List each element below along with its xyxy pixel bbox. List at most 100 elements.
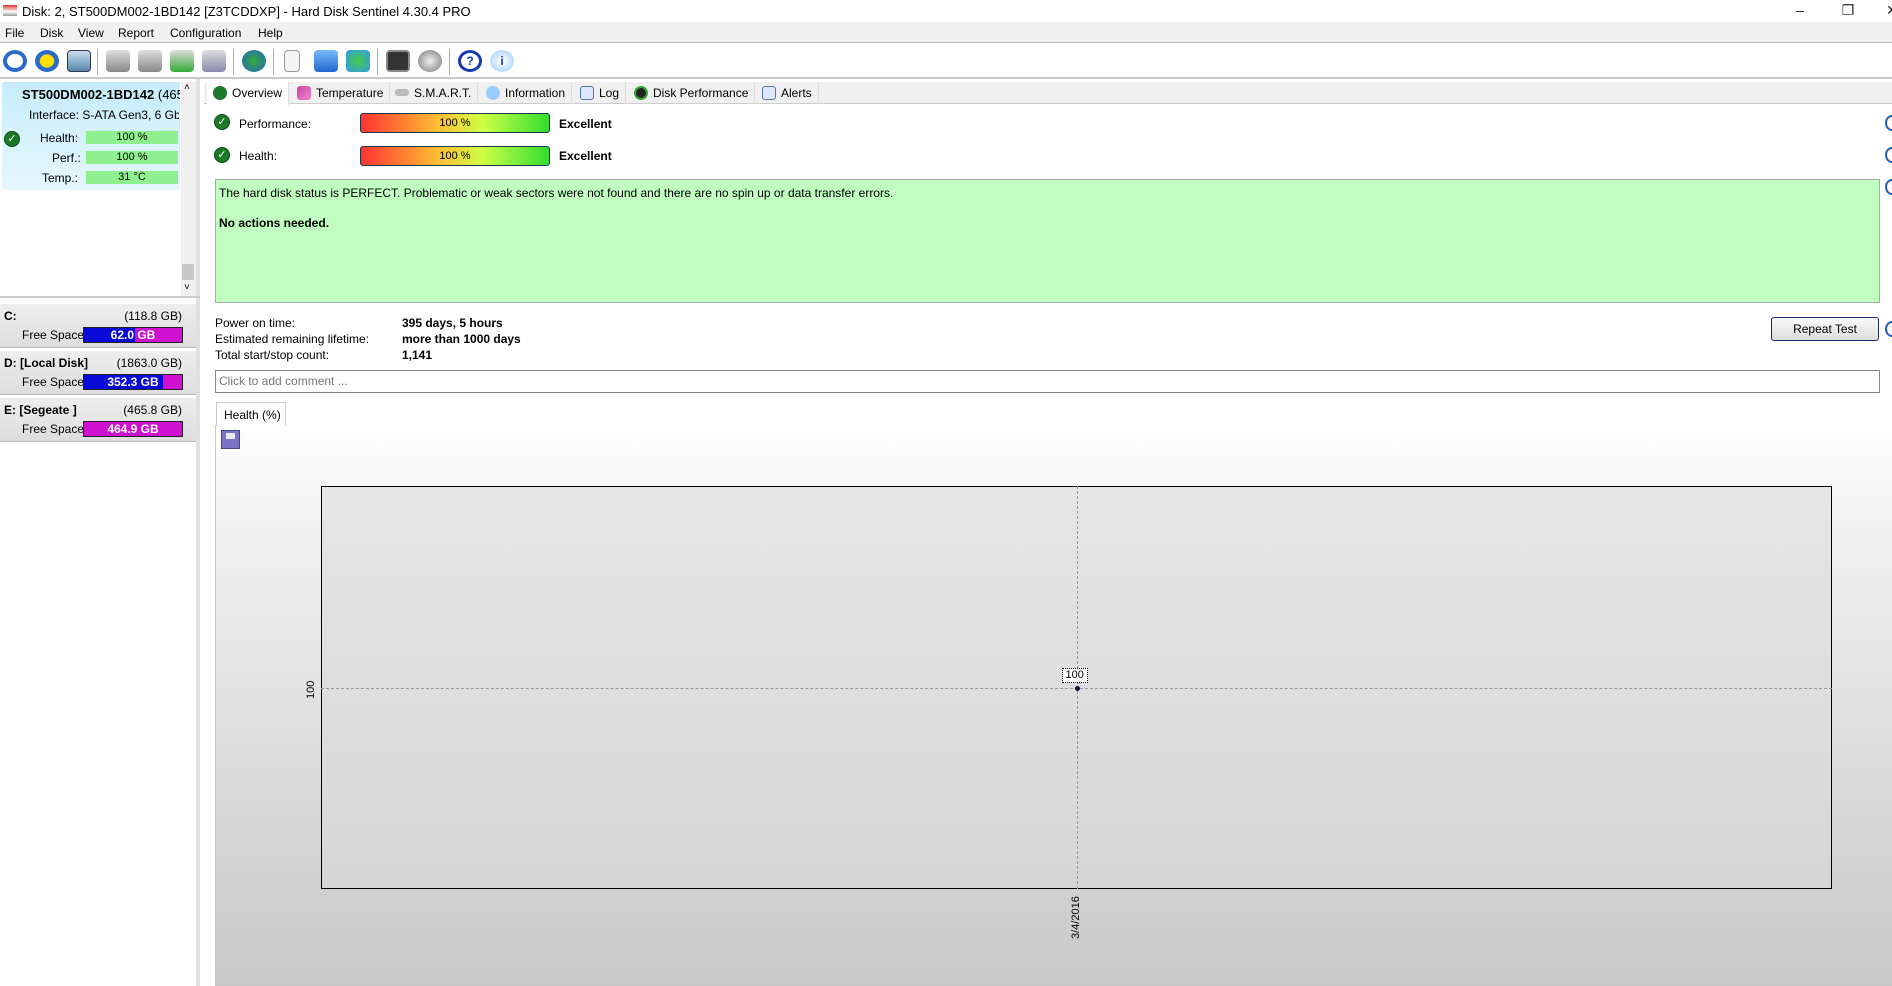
power-on-row: Power on time: 395 days, 5 hours (215, 316, 503, 330)
perf-bar: 100 % (86, 151, 178, 164)
help-icon[interactable] (1885, 179, 1892, 195)
thermometer-icon (297, 86, 311, 100)
tab-temperature[interactable]: Temperature (291, 82, 391, 104)
perf-label: Perf.: (52, 151, 81, 165)
performance-rating: Excellent (559, 117, 612, 131)
refresh-icon[interactable] (3, 50, 27, 72)
alert-icon[interactable] (35, 50, 59, 72)
tab-bar: Overview Temperature S.M.A.R.T. Informat… (204, 82, 1892, 105)
repeat-test-button[interactable]: Repeat Test (1771, 317, 1879, 341)
app-icon (3, 5, 17, 16)
menu-view[interactable]: View (78, 26, 104, 40)
free-space-bar: 464.9 GB (83, 421, 183, 437)
report-icon[interactable] (284, 50, 300, 72)
free-space-label: Free Space (22, 422, 85, 436)
health-rating: Excellent (559, 149, 612, 163)
free-space-label: Free Space (22, 328, 85, 342)
network-icon[interactable] (346, 50, 370, 72)
drive-name: C: (4, 309, 17, 323)
free-space-bar: 352.3 GB (83, 374, 183, 390)
restore-button[interactable]: ❐ (1828, 2, 1868, 19)
health-bar: 100 % (360, 146, 550, 166)
interface-value: S-ATA Gen3, 6 Gbps (82, 108, 179, 122)
menu-disk[interactable]: Disk (40, 26, 63, 40)
title-bar: Disk: 2, ST500DM002-1BD142 [Z3TCDDXP] - … (0, 0, 1892, 22)
help-icon[interactable]: ? (458, 50, 482, 72)
x-tick-label: 3/4/2016 (1069, 896, 1082, 939)
data-point (1074, 685, 1080, 691)
drive-d[interactable]: D: [Local Disk] (1863.0 GB) Free Space 3… (0, 351, 196, 395)
disk-list-scrollbar[interactable]: ˄ ˅ (181, 82, 196, 296)
scroll-up-icon[interactable]: ˄ (184, 82, 190, 93)
drive-size: (118.8 GB) (124, 309, 182, 323)
drive-size: (1863.0 GB) (116, 356, 182, 370)
disk-icon[interactable] (67, 50, 91, 72)
action-text: No actions needed. (219, 216, 330, 230)
temp-bar: 31 °C (86, 171, 178, 184)
menu-file[interactable]: File (5, 26, 24, 40)
data-label: 100 (1061, 667, 1088, 683)
tab-disk-performance[interactable]: Disk Performance (628, 82, 756, 104)
status-box: The hard disk status is PERFECT. Problem… (215, 179, 1880, 303)
tab-smart[interactable]: S.M.A.R.T. (389, 82, 479, 104)
drive-c[interactable]: C: (118.8 GB) Free Space 62.0 GB (0, 304, 196, 348)
performance-label: Performance: (239, 117, 312, 131)
drive-name: D: [Local Disk] (4, 356, 89, 370)
disk-search-icon[interactable] (202, 50, 226, 72)
tab-log[interactable]: Log (574, 82, 627, 104)
drive-size: (465.8 GB) (123, 403, 182, 417)
help-icon[interactable] (1885, 321, 1892, 337)
pane-divider[interactable] (0, 296, 200, 298)
close-button[interactable]: ✕ (1872, 2, 1892, 19)
about-icon[interactable]: i (490, 50, 514, 72)
disk-timer-icon[interactable] (138, 50, 162, 72)
scroll-thumb[interactable] (182, 264, 194, 280)
save-icon[interactable] (221, 430, 240, 449)
menu-help[interactable]: Help (258, 26, 283, 40)
minimize-button[interactable]: – (1780, 2, 1820, 18)
globe-icon[interactable] (242, 50, 266, 72)
start-stop-row: Total start/stop count: 1,141 (215, 348, 433, 362)
scroll-down-icon[interactable]: ˅ (184, 282, 190, 293)
comment-input[interactable]: Click to add comment ... (215, 370, 1880, 393)
info-icon (486, 86, 500, 100)
menu-configuration[interactable]: Configuration (170, 26, 241, 40)
toolbar: ? i (0, 43, 1892, 79)
tab-health-percent[interactable]: Health (%) (216, 402, 286, 426)
disk-card[interactable]: ST500DM002-1BD142 (465.8 GB) Interface: … (2, 82, 180, 190)
left-panel (0, 79, 200, 986)
temp-label: Temp.: (42, 171, 79, 185)
drive-name: E: [Segeate ] (4, 403, 77, 417)
y-tick-label: 100 (305, 680, 317, 699)
check-icon (213, 86, 227, 100)
health-ok-icon: ✓ (214, 147, 230, 163)
performance-bar: 100 % (360, 113, 550, 133)
disk-icon (395, 89, 409, 96)
health-bar: 100 % (86, 131, 178, 144)
health-label: Health: (40, 131, 79, 145)
window-title: Disk: 2, ST500DM002-1BD142 [Z3TCDDXP] - … (22, 4, 471, 19)
tab-alerts[interactable]: Alerts (756, 82, 819, 104)
free-space-bar: 62.0 GB (83, 327, 183, 343)
log-icon (580, 86, 594, 100)
disk-name: ST500DM002-1BD142 (22, 87, 155, 102)
gauge-icon (634, 86, 648, 100)
drive-e[interactable]: E: [Segeate ] (465.8 GB) Free Space 464.… (0, 398, 196, 442)
update-icon[interactable] (314, 50, 338, 72)
disk-check-icon[interactable] (170, 50, 194, 72)
sound-icon[interactable] (418, 50, 442, 72)
menu-report[interactable]: Report (118, 26, 154, 40)
menu-bar: File Disk View Report Configuration Help (0, 22, 1892, 43)
help-icon[interactable] (1885, 115, 1892, 131)
tab-overview[interactable]: Overview (207, 82, 290, 105)
interface-label: Interface: (29, 108, 80, 122)
alerts-icon (762, 86, 776, 100)
status-text: The hard disk status is PERFECT. Problem… (219, 186, 894, 200)
health-ok-icon: ✓ (4, 131, 20, 147)
tab-information[interactable]: Information (480, 82, 573, 104)
free-space-label: Free Space (22, 375, 85, 389)
disk-tool-icon[interactable] (106, 50, 130, 72)
lifetime-row: Estimated remaining lifetime: more than 1… (215, 332, 521, 346)
configuration-icon[interactable] (386, 50, 410, 72)
help-icon[interactable] (1885, 147, 1892, 163)
